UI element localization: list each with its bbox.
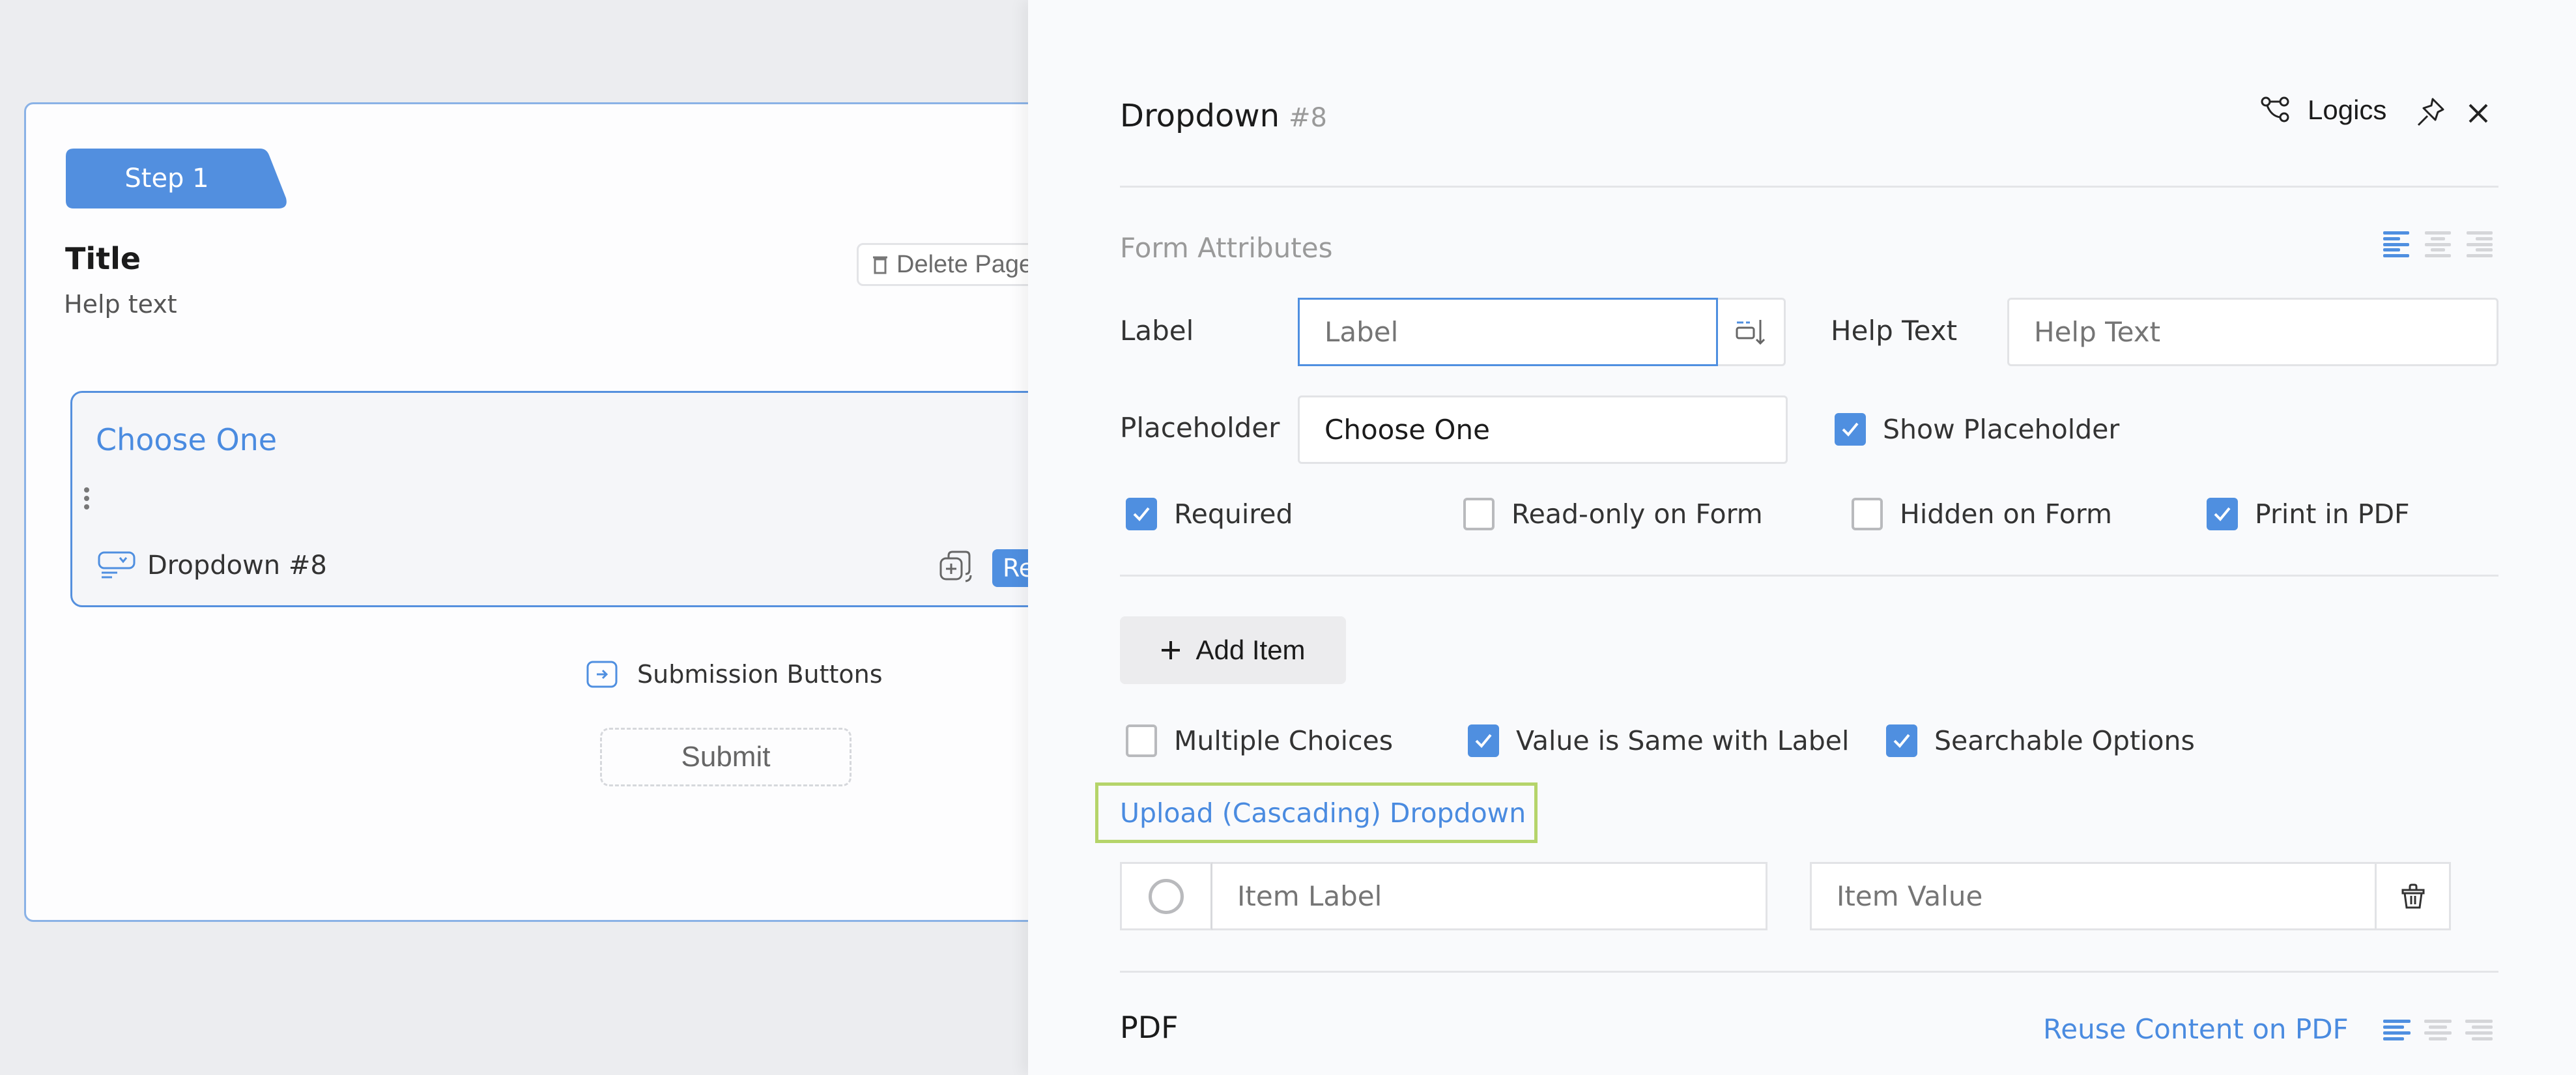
delete-item-button[interactable] — [2375, 862, 2451, 930]
trash-icon — [2401, 883, 2424, 908]
multiple-choices-label: Multiple Choices — [1174, 725, 1394, 756]
plus-icon — [1162, 641, 1181, 659]
step-tab[interactable]: Step 1 — [66, 149, 287, 208]
help-text-input[interactable] — [2007, 298, 2498, 366]
placeholder-field-label: Placeholder — [1120, 412, 1280, 444]
pdf-alignment-group — [2383, 1020, 2493, 1040]
submit-arrow-icon — [586, 661, 618, 688]
logics-label: Logics — [2308, 94, 2387, 125]
delete-page-label: Delete Page — [896, 250, 1033, 278]
checkbox-unchecked[interactable] — [1852, 498, 1883, 530]
item-value-input[interactable] — [1810, 862, 2377, 930]
attributes-divider — [1120, 575, 2498, 577]
align-left-icon[interactable] — [2383, 231, 2409, 257]
label-field-label: Label — [1120, 315, 1194, 347]
add-item-button[interactable]: Add Item — [1120, 616, 1346, 684]
pdf-align-left-icon[interactable] — [2383, 1020, 2411, 1040]
page-help-text[interactable]: Help text — [64, 290, 177, 319]
align-right-icon[interactable] — [2467, 231, 2493, 257]
field-type: Dropdown #8 — [98, 551, 327, 580]
hidden-on-form-checkbox[interactable]: Hidden on Form — [1852, 498, 2112, 530]
checkbox-unchecked[interactable] — [1126, 724, 1157, 757]
value-same-with-label-label: Value is Same with Label — [1516, 725, 1850, 756]
field-number: #8 — [1289, 103, 1327, 133]
searchable-options-label: Searchable Options — [1934, 725, 2195, 756]
header-divider — [1120, 186, 2498, 188]
submit-button[interactable]: Submit — [600, 728, 852, 786]
radio-icon[interactable] — [1149, 878, 1184, 914]
item-default-radio-box[interactable] — [1120, 862, 1212, 930]
pdf-section-title: PDF — [1120, 1010, 1179, 1045]
checkbox-checked[interactable] — [1126, 498, 1157, 530]
logics-button[interactable]: Logics — [2261, 94, 2386, 126]
multiple-choices-checkbox[interactable]: Multiple Choices — [1126, 724, 1393, 757]
items-divider — [1120, 971, 2498, 973]
copy-down-icon — [1736, 319, 1765, 345]
item-label-input[interactable] — [1212, 862, 1767, 930]
panel-title: Dropdown #8 — [1120, 98, 1327, 134]
step-label: Step 1 — [124, 164, 209, 194]
checkbox-unchecked[interactable] — [1463, 498, 1495, 530]
pin-icon[interactable] — [2416, 98, 2444, 128]
logic-branch-icon — [2261, 96, 2289, 122]
reuse-content-on-pdf-link[interactable]: Reuse Content on PDF — [2043, 1013, 2349, 1045]
add-item-label: Add Item — [1195, 635, 1306, 665]
print-in-pdf-label: Print in PDF — [2255, 498, 2410, 530]
form-alignment-group — [2383, 231, 2493, 257]
field-label: Choose One — [96, 422, 278, 457]
submission-buttons-heading: Submission Buttons — [586, 660, 883, 689]
checkbox-checked[interactable] — [1835, 413, 1866, 446]
show-placeholder-checkbox[interactable]: Show Placeholder — [1835, 413, 2119, 446]
trash-icon — [873, 256, 887, 274]
checkbox-checked[interactable] — [1468, 724, 1499, 757]
pdf-align-right-icon[interactable] — [2465, 1020, 2493, 1040]
required-checkbox[interactable]: Required — [1126, 498, 1293, 530]
searchable-options-checkbox[interactable]: Searchable Options — [1886, 724, 2195, 757]
align-center-icon[interactable] — [2425, 231, 2451, 257]
read-only-label: Read-only on Form — [1511, 498, 1763, 530]
dropdown-icon — [98, 551, 136, 579]
placeholder-input[interactable] — [1298, 395, 1788, 464]
read-only-checkbox[interactable]: Read-only on Form — [1463, 498, 1763, 530]
checkbox-checked[interactable] — [1886, 724, 1917, 757]
submission-buttons-label: Submission Buttons — [637, 660, 883, 689]
form-attributes-title: Form Attributes — [1120, 232, 1333, 264]
label-to-placeholder-button[interactable] — [1718, 298, 1786, 366]
pdf-align-center-icon[interactable] — [2424, 1020, 2452, 1040]
upload-cascading-dropdown-link[interactable]: Upload (Cascading) Dropdown — [1095, 782, 1538, 843]
page-title[interactable]: Title — [65, 241, 141, 276]
required-label: Required — [1174, 498, 1293, 530]
label-input[interactable] — [1298, 298, 1718, 366]
field-type-label: Dropdown #8 — [147, 551, 327, 580]
close-icon[interactable] — [2468, 103, 2489, 124]
duplicate-icon[interactable] — [939, 551, 976, 583]
panel-title-text: Dropdown — [1120, 98, 1280, 134]
value-same-with-label-checkbox[interactable]: Value is Same with Label — [1468, 724, 1849, 757]
show-placeholder-label: Show Placeholder — [1883, 414, 2120, 445]
help-text-field-label: Help Text — [1831, 315, 1958, 347]
checkbox-checked[interactable] — [2207, 498, 2238, 530]
hidden-on-form-label: Hidden on Form — [1900, 498, 2112, 530]
print-in-pdf-checkbox[interactable]: Print in PDF — [2207, 498, 2410, 530]
drag-handle-icon[interactable] — [83, 487, 91, 513]
